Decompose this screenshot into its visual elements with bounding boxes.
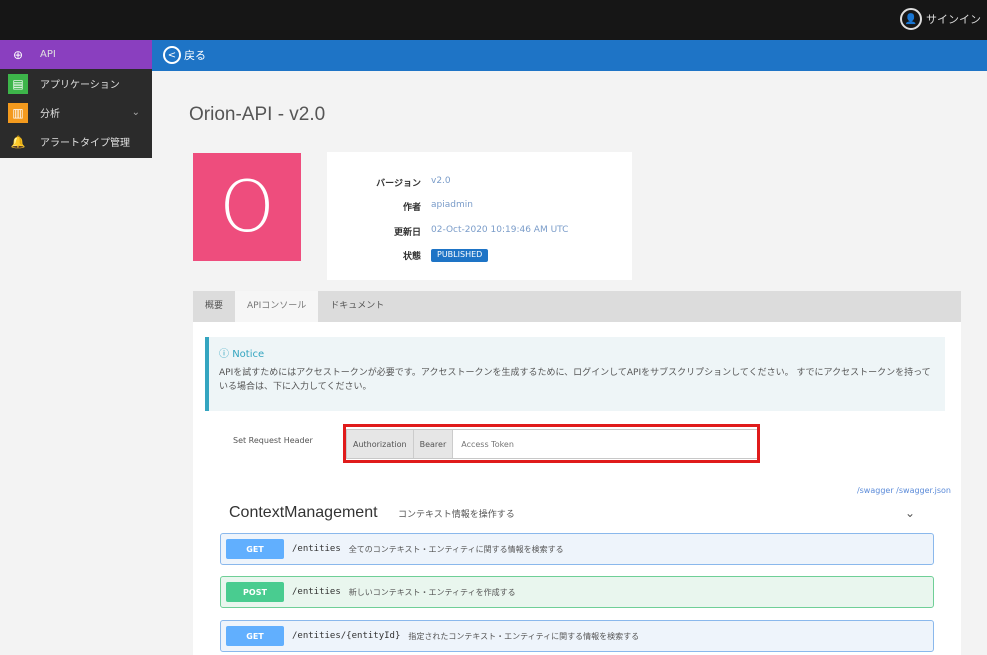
status-badge: PUBLISHED xyxy=(431,249,489,262)
endpoint-path: /entities xyxy=(292,544,341,554)
request-header-label: Set Request Header xyxy=(233,436,313,445)
sidebar: ⊕ API ▤ アプリケーション ▥ 分析 ⌄ 🔔 アラートタイプ管理 xyxy=(0,40,152,158)
info-version-row: バージョン v2.0 xyxy=(327,176,632,189)
notice-text: APIを試すためにはアクセストークンが必要です。アクセストークンを生成するために… xyxy=(219,368,931,392)
endpoint-row[interactable]: GET /entities/{entityId} 指定されたコンテキスト・エンテ… xyxy=(220,620,934,652)
method-badge: POST xyxy=(226,582,284,602)
section-title[interactable]: ContextManagement xyxy=(229,504,378,522)
info-updated-row: 更新日 02-Oct-2020 10:19:46 AM UTC xyxy=(327,225,632,238)
info-author-row: 作者 apiadmin xyxy=(327,200,632,213)
tab-bar: 概要 APIコンソール ドキュメント xyxy=(193,291,961,322)
endpoint-description: 指定されたコンテキスト・エンティティに関する情報を検索する xyxy=(408,631,640,641)
sidebar-item-label: API xyxy=(40,49,56,60)
chevron-down-icon: ⌄ xyxy=(131,107,140,118)
sidebar-item-alert-types[interactable]: 🔔 アラートタイプ管理 xyxy=(0,127,152,156)
api-logo: O xyxy=(193,153,301,261)
tab-documents[interactable]: ドキュメント xyxy=(318,291,396,322)
endpoint-path: /entities xyxy=(292,587,341,597)
back-label: 戻る xyxy=(184,49,206,62)
back-button[interactable]: < 戻る xyxy=(163,46,206,64)
sidebar-item-api[interactable]: ⊕ API xyxy=(0,40,152,69)
bell-icon: 🔔 xyxy=(10,134,26,149)
info-status-row: 状態 PUBLISHED xyxy=(327,249,632,262)
api-console-panel: ⓘ Notice APIを試すためにはアクセストークンが必要です。アクセストーク… xyxy=(193,322,961,655)
status-label: 状態 xyxy=(402,252,421,262)
method-badge: GET xyxy=(226,539,284,559)
swagger-link[interactable]: /swagger /swagger.json xyxy=(857,486,951,495)
endpoint-path: /entities/{entityId} xyxy=(292,631,401,641)
signin-button[interactable]: 👤 サインイン xyxy=(900,8,981,30)
updated-label: 更新日 xyxy=(393,228,421,238)
endpoint-row[interactable]: POST /entities 新しいコンテキスト・エンティティを作成する xyxy=(220,576,934,608)
user-icon: 👤 xyxy=(900,8,922,30)
notice-box: ⓘ Notice APIを試すためにはアクセストークンが必要です。アクセストーク… xyxy=(205,337,945,411)
logo-letter: O xyxy=(219,166,275,248)
highlight-box xyxy=(343,424,760,463)
page-title: Orion-API - v2.0 xyxy=(189,104,326,125)
author-value: apiadmin xyxy=(431,200,473,210)
tab-overview[interactable]: 概要 xyxy=(193,291,235,322)
tab-api-console[interactable]: APIコンソール xyxy=(235,291,319,322)
section-description: コンテキスト情報を操作する xyxy=(398,510,515,520)
signin-label: サインイン xyxy=(926,13,981,26)
notice-title-text: Notice xyxy=(232,349,265,360)
sidebar-item-analytics[interactable]: ▥ 分析 ⌄ xyxy=(0,98,152,127)
version-value: v2.0 xyxy=(431,176,451,186)
application-icon: ▤ xyxy=(8,73,28,94)
chevron-down-icon[interactable]: ⌄ xyxy=(905,506,915,520)
endpoint-description: 全てのコンテキスト・エンティティに関する情報を検索する xyxy=(348,544,564,554)
sidebar-item-applications[interactable]: ▤ アプリケーション xyxy=(0,69,152,98)
sidebar-item-label: アラートタイプ管理 xyxy=(40,138,130,149)
notice-title: ⓘ Notice xyxy=(219,345,935,360)
endpoint-row[interactable]: GET /entities 全てのコンテキスト・エンティティに関する情報を検索す… xyxy=(220,533,934,565)
globe-icon: ⊕ xyxy=(12,47,24,62)
sidebar-item-label: アプリケーション xyxy=(40,80,120,91)
chevron-left-icon: < xyxy=(163,46,181,64)
api-info-card: バージョン v2.0 作者 apiadmin 更新日 02-Oct-2020 1… xyxy=(327,152,632,280)
top-bar: 👤 サインイン xyxy=(0,0,987,40)
sidebar-item-label: 分析 xyxy=(40,109,60,120)
analytics-icon: ▥ xyxy=(8,102,28,123)
version-label: バージョン xyxy=(376,179,421,189)
endpoint-description: 新しいコンテキスト・エンティティを作成する xyxy=(348,587,516,597)
updated-value: 02-Oct-2020 10:19:46 AM UTC xyxy=(431,225,569,235)
method-badge: GET xyxy=(226,626,284,646)
author-label: 作者 xyxy=(402,203,421,213)
info-icon: ⓘ xyxy=(219,349,229,360)
